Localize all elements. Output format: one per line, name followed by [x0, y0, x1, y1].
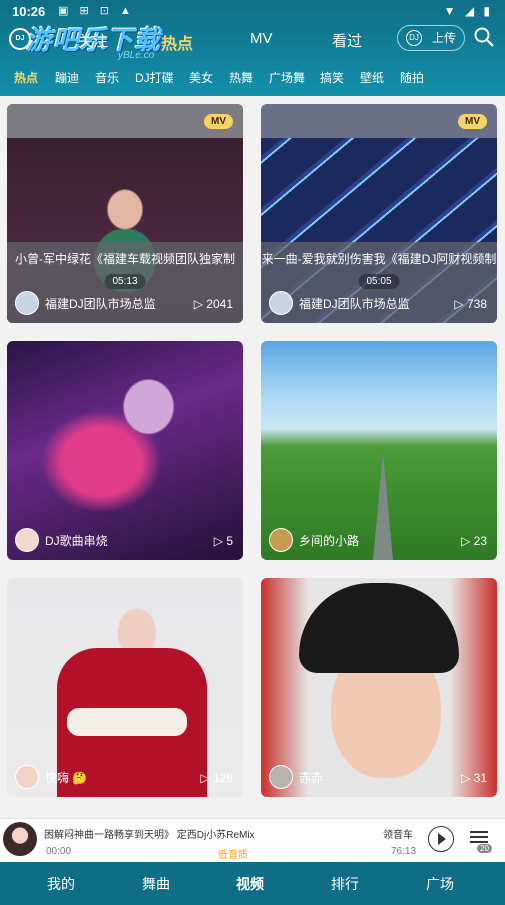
video-author[interactable]: 快嗨 🤔 — [15, 765, 87, 789]
video-duration: 05:05 — [358, 274, 400, 289]
video-card[interactable]: 快嗨 🤔 ▷ 128 — [7, 578, 243, 797]
category-item[interactable]: 蹦迪 — [55, 69, 79, 86]
mv-badge: MV — [458, 114, 487, 129]
video-thumbnail — [373, 453, 393, 560]
category-item[interactable]: 壁纸 — [360, 69, 384, 86]
play-count: ▷ 23 — [461, 534, 487, 548]
category-bar: 热点 蹦迪 音乐 DJ打碟 美女 热舞 广场舞 搞笑 壁纸 随拍 — [0, 64, 505, 92]
category-item[interactable]: 随拍 — [400, 69, 424, 86]
nav-mine[interactable]: 我的 — [47, 874, 75, 894]
notification-icons: ▣ ⊞ ⊡ ▲ — [58, 5, 135, 17]
play-count-value: 128 — [212, 771, 233, 785]
author-name: DJ歌曲串烧 — [45, 533, 108, 548]
category-item[interactable]: 热点 — [14, 69, 38, 86]
now-playing-avatar[interactable] — [3, 822, 37, 856]
author-name: 福建DJ团队市场总监 — [299, 296, 410, 311]
video-title: 来一曲-爱我就别伤害我《福建DJ阿财视频制 — [261, 252, 497, 266]
status-time: 10:26 — [12, 4, 46, 19]
avatar — [269, 765, 293, 789]
tab-mv[interactable]: MV — [250, 30, 273, 47]
video-author[interactable]: 赤赤 — [269, 765, 323, 789]
play-button[interactable] — [428, 826, 454, 852]
category-item[interactable]: 广场舞 — [269, 69, 305, 86]
author-name: 赤赤 — [299, 770, 324, 785]
video-thumbnail-detail — [67, 708, 187, 736]
category-item[interactable]: 音乐 — [95, 69, 119, 86]
video-author[interactable]: 福建DJ团队市场总监 — [15, 291, 156, 315]
avatar — [15, 291, 39, 315]
author-name: 福建DJ团队市场总监 — [45, 296, 156, 311]
category-item[interactable]: DJ打碟 — [135, 69, 174, 86]
play-count: ▷ 2041 — [193, 297, 233, 311]
avatar — [15, 765, 39, 789]
tab-hot[interactable]: 热点 — [161, 30, 193, 54]
video-thumbnail-detail — [299, 583, 459, 673]
bottom-nav: 我的 舞曲 视频 排行 广场 — [0, 862, 505, 905]
video-duration: 05:13 — [104, 274, 146, 289]
author-name: 乡间的小路 — [299, 533, 360, 548]
watermark-url: yBLe.co — [118, 50, 155, 61]
category-item[interactable]: 搞笑 — [320, 69, 344, 86]
total-time: 76:13 — [391, 846, 417, 857]
video-card[interactable]: MV 来一曲-爱我就别伤害我《福建DJ阿财视频制 05:05 福建DJ团队市场总… — [261, 104, 497, 323]
upload-label: 上传 — [432, 31, 457, 45]
video-card[interactable]: 赤赤 ▷ 31 — [261, 578, 497, 797]
nav-video[interactable]: 视频 — [236, 874, 264, 894]
play-count: ▷ 738 — [454, 297, 487, 311]
play-count-value: 738 — [466, 297, 487, 311]
upload-button[interactable]: DJ 上传 — [397, 25, 465, 51]
play-count: ▷ 5 — [213, 534, 233, 548]
tab-follow[interactable]: 关注 — [78, 30, 108, 51]
app-header: 10:26 ▣ ⊞ ⊡ ▲ ▼ ◢ ▮ DJ 游吧乐下载 yBLe.co 关注 … — [0, 0, 505, 96]
video-title: 小曾-军中绿花《福建车载视频团队独家制 — [15, 252, 235, 266]
play-count-value: 5 — [226, 534, 233, 548]
avatar — [269, 528, 293, 552]
play-count-value: 23 — [473, 534, 487, 548]
mini-player[interactable]: 困解闷神曲一路畅享到天明》 定西Dj小苏ReMix 领音车 00:00 低音质 … — [0, 818, 505, 862]
now-playing-title-tail: 领音车 — [383, 830, 413, 841]
video-author[interactable]: 乡间的小路 — [269, 528, 359, 552]
video-card[interactable]: MV 小曾-军中绿花《福建车载视频团队独家制 05:13 福建DJ团队市场总监 … — [7, 104, 243, 323]
playlist-icon[interactable] — [470, 831, 488, 843]
video-author[interactable]: DJ歌曲串烧 — [15, 528, 108, 552]
avatar — [15, 528, 39, 552]
now-playing-title: 困解闷神曲一路畅享到天明》 定西Dj小苏ReMix — [44, 830, 255, 841]
nav-ranking[interactable]: 排行 — [331, 874, 359, 894]
search-icon[interactable] — [474, 27, 494, 47]
elapsed-time: 00:00 — [46, 846, 72, 857]
play-count: ▷ 128 — [200, 771, 233, 785]
mv-badge: MV — [204, 114, 233, 129]
video-author[interactable]: 福建DJ团队市场总监 — [269, 291, 410, 315]
play-count: ▷ 31 — [461, 771, 487, 785]
play-count-value: 2041 — [206, 297, 233, 311]
tab-history[interactable]: 看过 — [332, 30, 362, 51]
quality-label[interactable]: 低音质 — [218, 846, 248, 861]
system-status-icons: ▼ ◢ ▮ — [443, 4, 493, 18]
play-count-value: 31 — [473, 771, 487, 785]
upload-icon: DJ — [406, 30, 422, 46]
avatar — [269, 291, 293, 315]
nav-plaza[interactable]: 广场 — [426, 874, 454, 894]
category-item[interactable]: 热舞 — [229, 69, 253, 86]
video-card[interactable]: DJ歌曲串烧 ▷ 5 — [7, 341, 243, 560]
nav-dance-music[interactable]: 舞曲 — [142, 874, 170, 894]
video-card[interactable]: 乡间的小路 ▷ 23 — [261, 341, 497, 560]
category-item[interactable]: 美女 — [189, 69, 213, 86]
author-name: 快嗨 🤔 — [45, 770, 88, 785]
playlist-count-badge: 20 — [477, 844, 492, 853]
